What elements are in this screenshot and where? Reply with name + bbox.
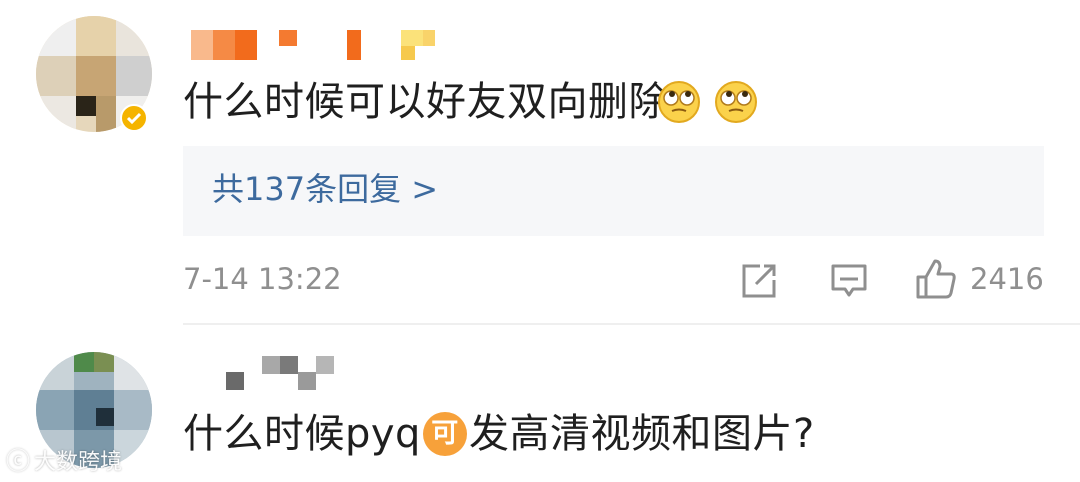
username[interactable] (226, 356, 336, 390)
divider (183, 323, 1080, 325)
username[interactable] (191, 26, 437, 62)
comment-text: 什么时候pyq 可发高清视频和图片? (183, 410, 815, 458)
comment-text: 什么时候可以好友双向删除 (183, 79, 669, 125)
like-count: 2416 (970, 262, 1044, 296)
share-icon[interactable] (740, 262, 778, 300)
view-replies-link[interactable]: 共137条回复 > (212, 167, 438, 211)
comment-text-part: 发高清视频和图片? (468, 411, 815, 457)
timestamp: 7-14 13:22 (183, 262, 342, 296)
watermark-logo-icon: ⓒ (6, 447, 30, 475)
rolling-eyes-face-icon (657, 80, 701, 124)
rolling-eyes-face-icon (714, 80, 758, 124)
comment-icon[interactable] (830, 263, 868, 299)
watermark-text: 大数跨境 (34, 450, 123, 475)
thumbs-up-icon[interactable] (914, 257, 958, 301)
comment-text-part: 什么时候pyq (183, 411, 421, 457)
badge-label: 可 (422, 412, 467, 456)
verified-badge-icon (120, 104, 148, 132)
watermark: ⓒ 大数跨境 (6, 446, 122, 478)
